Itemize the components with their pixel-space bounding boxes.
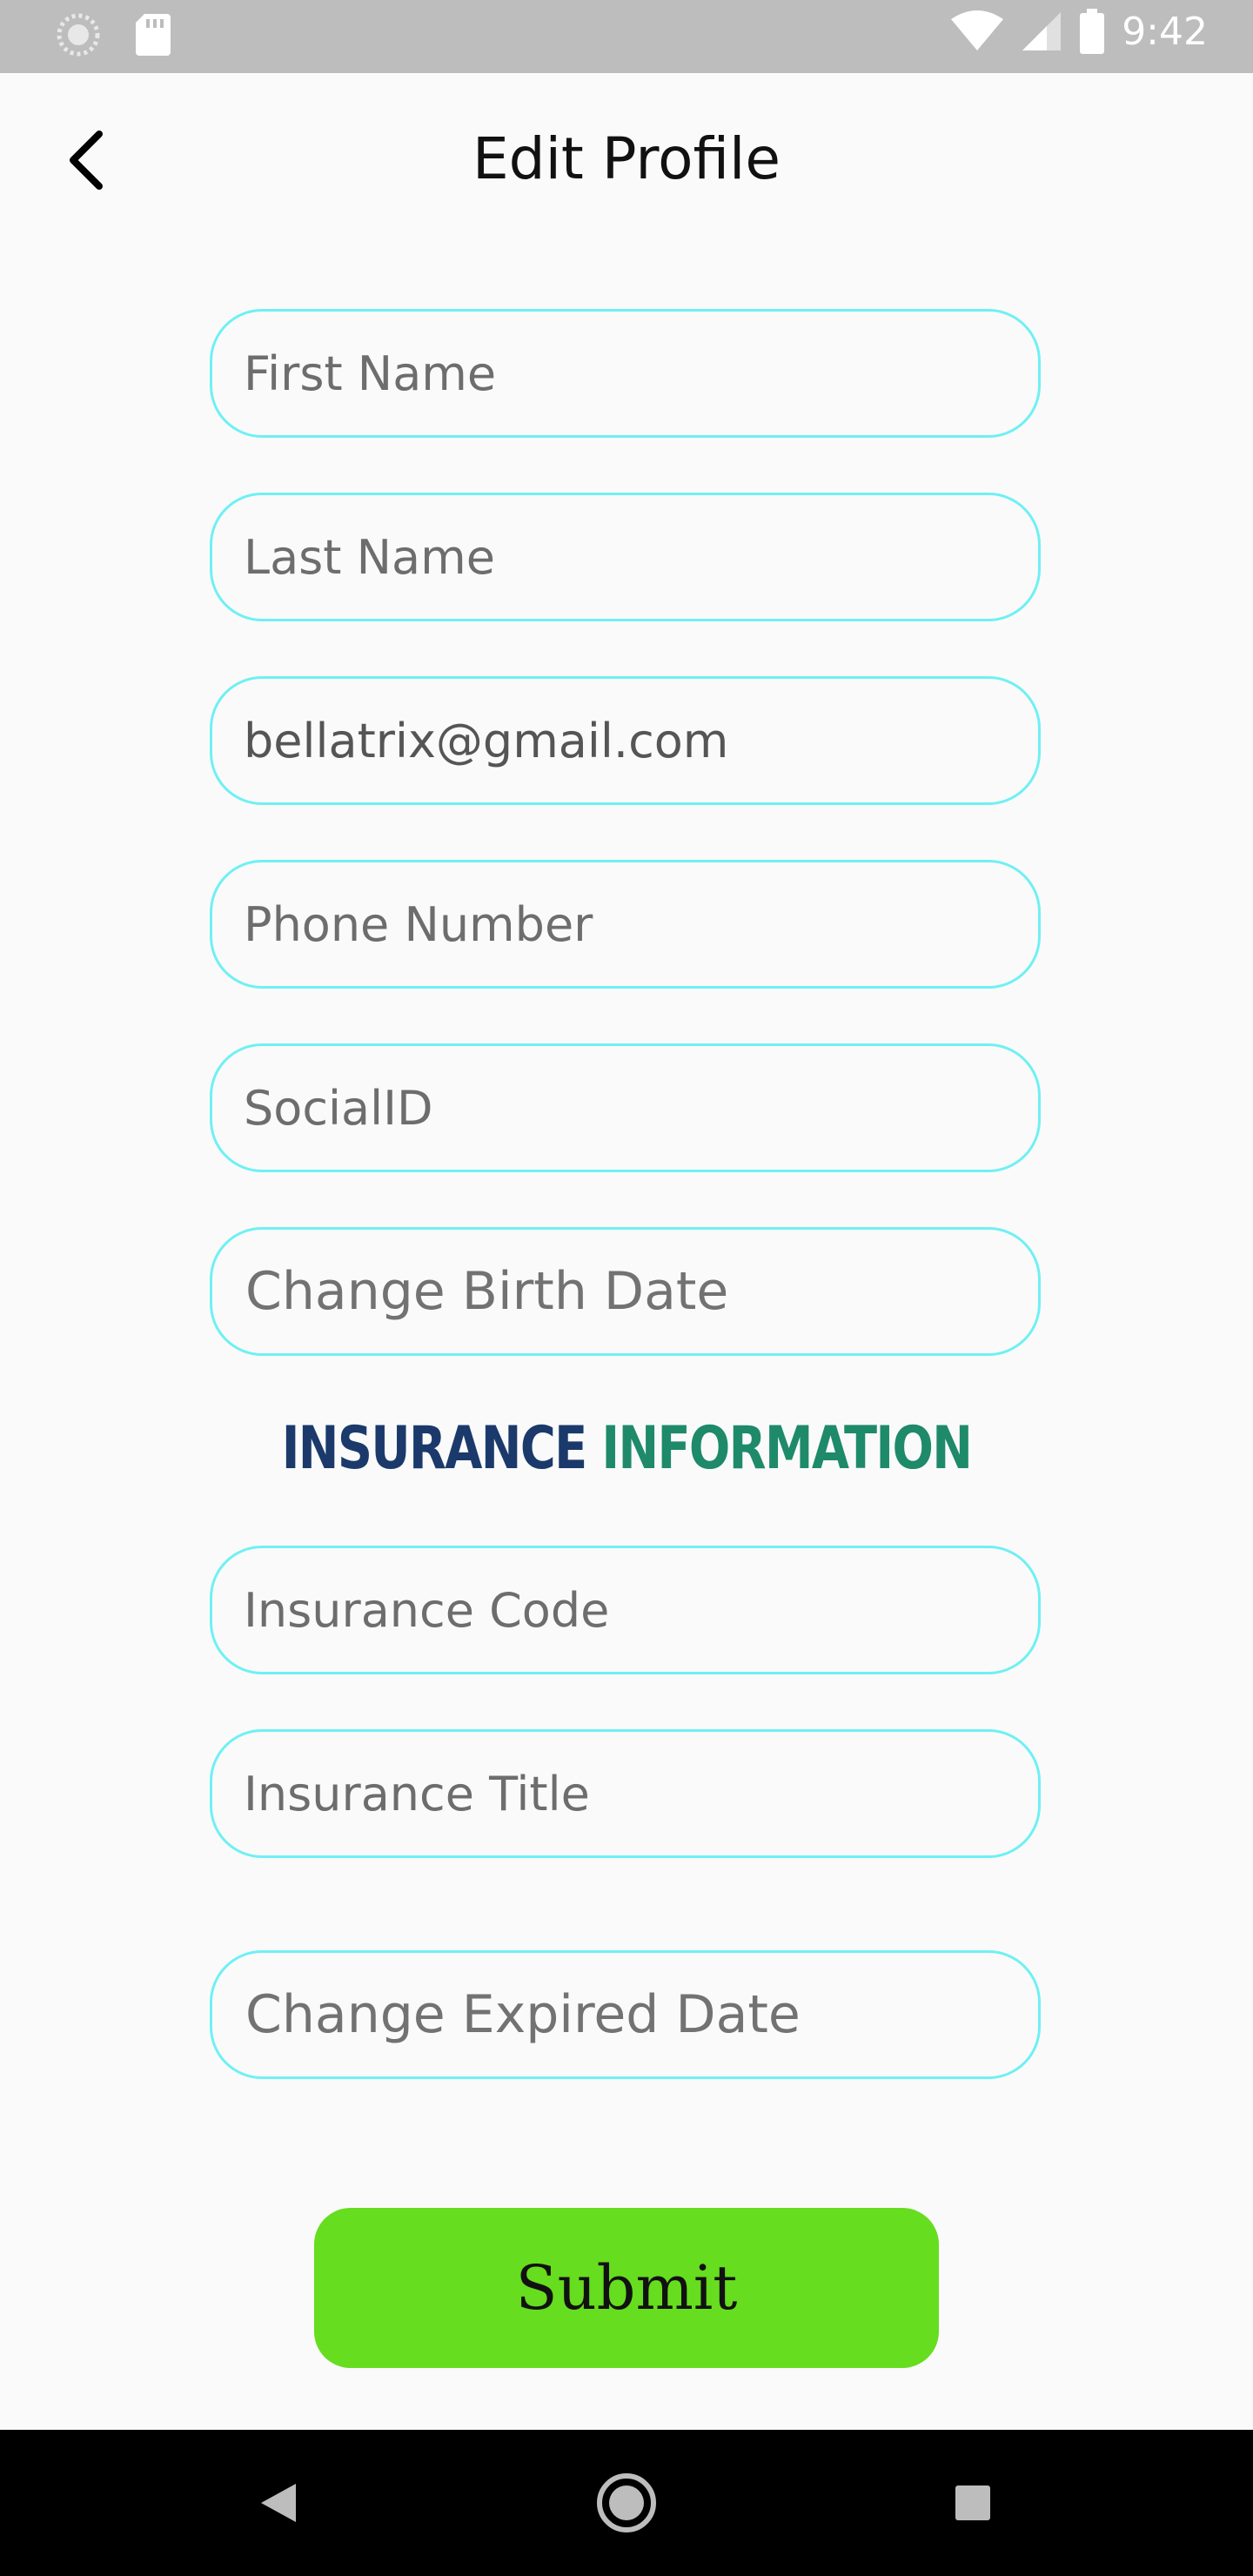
nav-back-icon	[261, 2484, 296, 2522]
nav-recents-icon	[955, 2485, 990, 2520]
insurance-section-heading: INSURANCE INFORMATION	[113, 1414, 1141, 1483]
clock: 9:42	[1122, 9, 1208, 54]
phone-number-field[interactable]	[210, 860, 1041, 989]
loading-icon	[57, 13, 100, 57]
last-name-input[interactable]	[212, 529, 1038, 585]
battery-icon	[1080, 9, 1105, 54]
last-name-field[interactable]	[210, 493, 1041, 621]
submit-button[interactable]: Submit	[314, 2208, 939, 2368]
app-bar: Edit Profile	[0, 73, 1253, 247]
email-field[interactable]	[210, 676, 1041, 805]
insurance-title-input[interactable]	[212, 1766, 1038, 1821]
wifi-icon	[951, 10, 1004, 50]
birth-date-label: Change Birth Date	[245, 1261, 729, 1322]
social-id-field[interactable]	[210, 1043, 1041, 1172]
insurance-title-field[interactable]	[210, 1729, 1041, 1858]
insurance-code-input[interactable]	[212, 1582, 1038, 1638]
social-id-input[interactable]	[212, 1080, 1038, 1136]
page-title: Edit Profile	[472, 125, 781, 192]
heading-word-information: INFORMATION	[601, 1414, 973, 1483]
heading-word-insurance: INSURANCE	[281, 1414, 587, 1483]
nav-recents-button[interactable]	[936, 2466, 1009, 2539]
expired-date-label: Change Expired Date	[245, 1984, 801, 2045]
insurance-code-field[interactable]	[210, 1546, 1041, 1674]
signal-icon	[1022, 12, 1062, 50]
system-nav-bar	[0, 2430, 1253, 2576]
nav-home-button[interactable]	[590, 2466, 663, 2539]
status-bar: 9:42	[0, 0, 1253, 73]
phone-number-input[interactable]	[212, 896, 1038, 952]
email-input[interactable]	[212, 713, 1038, 768]
sd-card-icon	[136, 14, 171, 56]
birth-date-picker[interactable]: Change Birth Date	[210, 1227, 1041, 1356]
nav-back-button[interactable]	[242, 2466, 315, 2539]
expired-date-picker[interactable]: Change Expired Date	[210, 1950, 1041, 2079]
nav-home-icon	[597, 2473, 656, 2532]
first-name-input[interactable]	[212, 345, 1038, 401]
first-name-field[interactable]	[210, 309, 1041, 438]
